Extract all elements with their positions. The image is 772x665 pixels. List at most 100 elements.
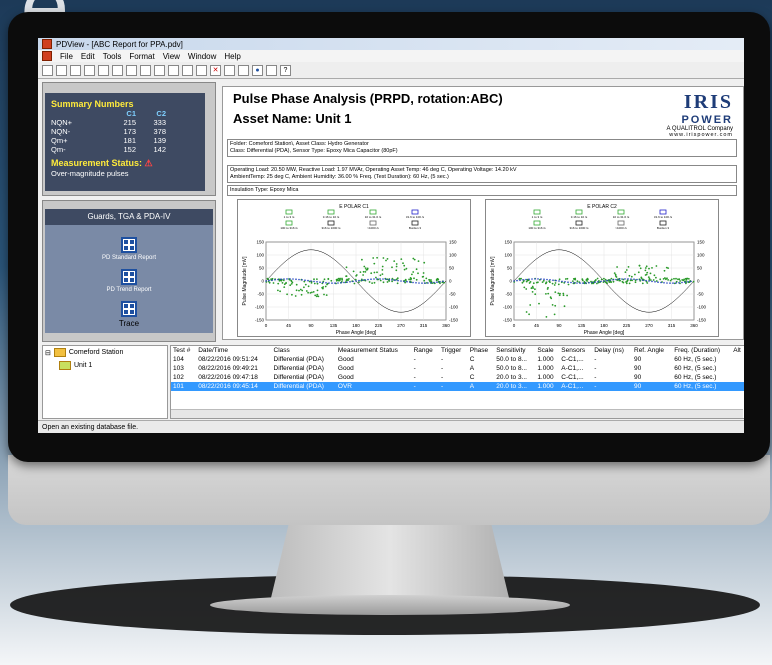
scatter-point [404,278,407,281]
scatter-point [310,282,313,284]
menu-bar: File Edit Tools Format View Window Help [38,50,744,62]
column-header[interactable]: Test # [171,346,196,355]
menu-help[interactable]: Help [224,52,240,61]
scatter-point [655,280,658,282]
delete-icon[interactable]: ✕ [210,64,221,76]
column-header[interactable]: Freq. (Duration) [672,346,731,355]
chart-title: E POLAR C1 [339,204,369,210]
x-tick-label: 225 [623,323,631,328]
scatter-point [562,292,565,295]
column-header[interactable]: Alt [731,346,744,355]
menu-view[interactable]: View [163,52,180,61]
scatter-point [411,273,413,276]
scatter-point [290,283,293,285]
info-icon[interactable]: ● [252,64,263,76]
save-icon[interactable] [70,64,81,76]
scatter-point [652,279,655,281]
x-tick-label: 180 [600,323,608,328]
menu-window[interactable]: Window [188,52,216,61]
table-row[interactable]: 104 08/22/2016 09:51:24 Differential (PDA)… [171,355,744,364]
new-icon[interactable] [42,64,53,76]
column-header[interactable]: Trigger [439,346,468,355]
column-header[interactable]: Date/Time [196,346,271,355]
scatter-point [396,282,399,285]
report-icon[interactable] [121,301,137,317]
tree-icon[interactable] [182,64,193,76]
y-tick-label: 100 [256,253,264,258]
table-row[interactable]: 103 08/22/2016 09:49:21 Differential (PDA)… [171,364,744,373]
column-header[interactable]: Ref. Angle [632,346,672,355]
scatter-point [625,269,628,271]
redo-icon[interactable] [126,64,137,76]
column-header[interactable]: Sensitivity [494,346,535,355]
column-header[interactable]: Sensors [559,346,592,355]
copy-icon[interactable] [154,64,165,76]
scatter-point [532,282,535,285]
cut-icon[interactable] [140,64,151,76]
menu-tools[interactable]: Tools [103,52,122,61]
folder-icon [53,348,66,357]
toolbar: ✕ ● ? [38,62,744,79]
report-standard[interactable]: PD Standard Report [45,255,213,261]
table-cell [731,373,744,382]
table-cell: Good [337,374,354,381]
grid-icon[interactable] [196,64,207,76]
column-header[interactable]: Delay (ns) [592,346,632,355]
scatter-point [666,277,668,280]
monitor-chin [8,455,770,525]
scatter-point-blue [681,281,683,284]
paste-icon[interactable] [168,64,179,76]
scatter-point [301,289,304,292]
scatter-point-blue [624,278,626,280]
tree-unit[interactable]: Unit 1 [43,359,167,372]
column-header[interactable]: Measurement Status [336,346,412,355]
scatter-point-blue [633,278,635,280]
report-icon[interactable] [121,237,137,253]
insulation-info: Insulation Type: Epoxy Mica [227,185,737,196]
scatter-point [373,271,376,274]
y-tick-label: 150 [256,240,264,245]
web-icon[interactable] [266,64,277,76]
menu-file[interactable]: File [60,52,73,61]
summary-c1: 215 [123,118,136,127]
table-icon[interactable] [224,64,235,76]
scatter-point [413,277,415,280]
horizontal-scrollbar[interactable] [171,409,743,418]
column-header[interactable]: Class [272,346,336,355]
menu-format[interactable]: Format [129,52,154,61]
table-cell: 60 Hz, (5 sec.) [674,365,717,372]
preview-icon[interactable] [98,64,109,76]
help-icon[interactable]: ? [280,64,291,76]
summary-c1: 152 [123,145,136,154]
scatter-point-blue [385,278,387,280]
scatter-point-blue [645,279,647,282]
scatter-point [313,278,315,281]
scatter-point [295,283,298,286]
menu-edit[interactable]: Edit [81,52,95,61]
legend-entry: Burden 3 [657,226,670,230]
table-cell: A [467,382,495,391]
scatter-point [277,289,279,292]
column-header[interactable]: Phase [468,346,495,355]
print-icon[interactable] [84,64,95,76]
report-icon[interactable] [121,269,137,285]
open-icon[interactable] [56,64,67,76]
table-cell: 20.0 to 3... [494,382,536,391]
table-row[interactable]: 101 08/22/2016 09:45:14 Differential (PDA)… [171,382,744,391]
layout-icon[interactable] [238,64,249,76]
x-tick-label: 360 [442,323,450,328]
scatter-point [644,267,647,269]
scatter-point [272,282,275,284]
tree-station[interactable]: ⊟ Comeford Station [43,346,167,359]
scatter-point-blue [415,282,417,284]
column-header[interactable]: Range [412,346,439,355]
summary-header-row: C1 C2 [51,109,199,118]
y-tick-label-right: -150 [449,318,459,323]
table-row[interactable]: 102 08/22/2016 09:47:18 Differential (PDA)… [171,373,744,382]
scatter-point [345,266,348,269]
undo-icon[interactable] [112,64,123,76]
report-trend[interactable]: PD Trend Report [45,287,213,293]
report-trace[interactable]: Trace [45,319,213,328]
warning-icon: ⚠ [144,158,153,168]
column-header[interactable]: Scale [535,346,559,355]
